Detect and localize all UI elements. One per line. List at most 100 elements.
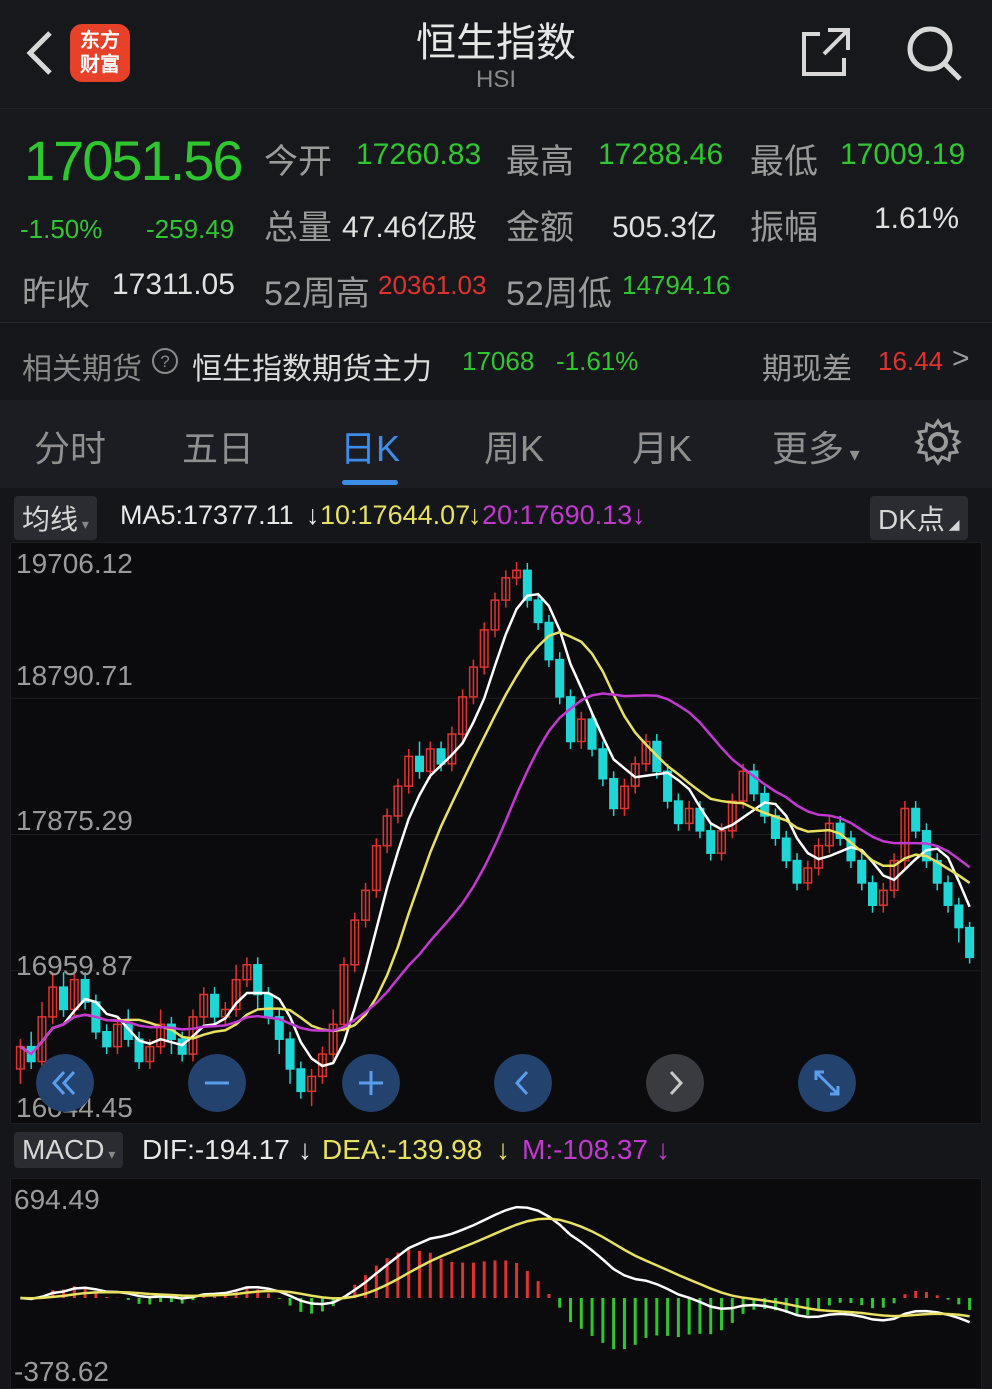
candle-body[interactable] (706, 830, 716, 854)
chevron-right-icon[interactable]: > (952, 342, 970, 376)
ma-selector-label: 均线 (22, 504, 79, 535)
svg-text:?: ? (160, 352, 169, 371)
candle-body[interactable] (296, 1068, 306, 1093)
low-value: 17009.19 (840, 138, 966, 171)
caret-down-icon: ▾ (78, 516, 89, 532)
candle-body[interactable] (781, 837, 791, 862)
candle-body[interactable] (414, 755, 425, 773)
caret-down-icon: ▾ (104, 1146, 116, 1162)
macd-selector-label: MACD (22, 1134, 105, 1165)
kline-axis-tick: 19706.12 (16, 548, 133, 579)
dk-point-button[interactable]: DK点 ◢ (870, 496, 968, 540)
ma20-value: 20:17690.13 (482, 500, 633, 530)
candle-body[interactable] (965, 926, 975, 959)
macd-axis-bottom: -378.62 (14, 1356, 109, 1387)
ma20-line (19, 692, 971, 1056)
high-label: 最高 (506, 143, 574, 181)
amount-value: 505.3亿 (612, 211, 718, 244)
ma5-value: MA5:17377.11 (120, 500, 294, 530)
dk-point-label: DK点 (878, 504, 945, 535)
amount-label: 金额 (506, 209, 574, 247)
zoom-out-icon[interactable] (188, 1054, 246, 1112)
search-icon[interactable] (905, 24, 963, 82)
share-icon[interactable] (800, 26, 852, 78)
candle-body[interactable] (565, 696, 576, 743)
candle-body[interactable] (555, 658, 565, 698)
change-amount: -259.49 (146, 214, 235, 244)
candle-body[interactable] (263, 993, 274, 1018)
52wk-high-value: 20361.03 (378, 270, 487, 300)
low-label: 最低 (750, 143, 818, 181)
amplitude-value: 1.61% (874, 202, 960, 235)
candle-body[interactable] (285, 1038, 295, 1070)
candle-body[interactable] (954, 904, 964, 929)
scroll-left-fast-icon[interactable] (36, 1054, 94, 1112)
prev-close-label: 昨收 (22, 275, 90, 313)
current-price: 17051.56 (24, 129, 244, 192)
high-value: 17288.46 (598, 138, 724, 171)
futures-change: -1.61% (556, 346, 639, 376)
candle-body[interactable] (609, 777, 619, 810)
candle-body[interactable] (943, 882, 953, 906)
kline-axis-tick: 16959.87 (16, 950, 133, 981)
futures-label: 相关期货 (22, 353, 142, 386)
macd-dif-value: DIF:-194.17 (142, 1134, 290, 1165)
tab-daily-k[interactable]: 日K (340, 420, 400, 472)
basis-label: 期现差 (762, 353, 852, 386)
fullscreen-icon[interactable] (798, 1054, 856, 1112)
candle-body[interactable] (253, 964, 263, 996)
amplitude-label: 振幅 (750, 209, 818, 247)
52wk-high-label: 52周高 (264, 275, 370, 313)
tab-five-day[interactable]: 五日 (182, 420, 254, 472)
ma5-arrow-icon: ↓ (306, 500, 320, 530)
candle-body[interactable] (544, 621, 554, 661)
macd-dif-arrow-icon: ↓ (298, 1134, 312, 1165)
candle-body[interactable] (673, 800, 683, 825)
scroll-right-icon[interactable] (646, 1054, 704, 1112)
candle-body[interactable] (210, 993, 220, 1018)
macd-chart[interactable] (10, 1178, 980, 1387)
question-circle-icon[interactable]: ? (150, 346, 180, 376)
kline-chart[interactable] (10, 542, 980, 1122)
macd-axis-top: 694.49 (14, 1184, 100, 1215)
volume-label: 总量 (264, 209, 332, 247)
open-label: 今开 (264, 143, 332, 181)
52wk-low-value: 14794.16 (622, 270, 731, 300)
candle-body[interactable] (533, 599, 543, 624)
tab-intraday[interactable]: 分时 (34, 420, 106, 472)
candle-body[interactable] (857, 859, 867, 884)
candle-body[interactable] (792, 859, 802, 884)
caret-down-icon: ▾ (844, 444, 860, 466)
candle-body[interactable] (59, 986, 69, 1011)
candle-body[interactable] (868, 882, 878, 906)
zoom-in-icon[interactable] (342, 1054, 400, 1112)
tab-more-label: 更多 (772, 428, 845, 469)
52wk-low-label: 52周低 (506, 275, 612, 313)
macd-dea-arrow-icon: ↓ (496, 1134, 510, 1165)
tab-weekly-k[interactable]: 周K (484, 420, 544, 472)
candle-body[interactable] (770, 815, 780, 840)
futures-price: 17068 (462, 346, 535, 376)
ma-selector[interactable]: 均线 ▾ (14, 496, 97, 540)
futures-name: 恒生指数期货主力 (192, 353, 432, 386)
corner-caret-icon: ◢ (944, 516, 960, 532)
basis-value: 16.44 (878, 346, 944, 376)
candle-body[interactable] (102, 1031, 112, 1048)
candle-body[interactable] (587, 718, 597, 750)
ma10-value: 10:17644.07 (320, 500, 471, 530)
tab-more[interactable]: 更多 ▾ (772, 420, 860, 472)
candle-body[interactable] (911, 807, 921, 832)
prev-close-value: 17311.05 (112, 268, 235, 301)
macd-m-value: M:-108.37 (522, 1134, 649, 1165)
scroll-left-icon[interactable] (494, 1054, 552, 1112)
open-value: 17260.83 (356, 138, 482, 171)
active-tab-indicator (342, 480, 398, 485)
candle-body[interactable] (598, 748, 608, 780)
tab-monthly-k[interactable]: 月K (632, 420, 692, 472)
ma20-arrow-icon: ↓ (632, 500, 646, 530)
macd-m-arrow-icon: ↓ (656, 1134, 670, 1165)
ma10-arrow-icon: ↓ (468, 500, 482, 530)
macd-selector[interactable]: MACD ▾ (14, 1132, 124, 1168)
settings-gear-icon[interactable] (914, 418, 962, 466)
kline-axis-tick: 17875.29 (16, 805, 133, 836)
